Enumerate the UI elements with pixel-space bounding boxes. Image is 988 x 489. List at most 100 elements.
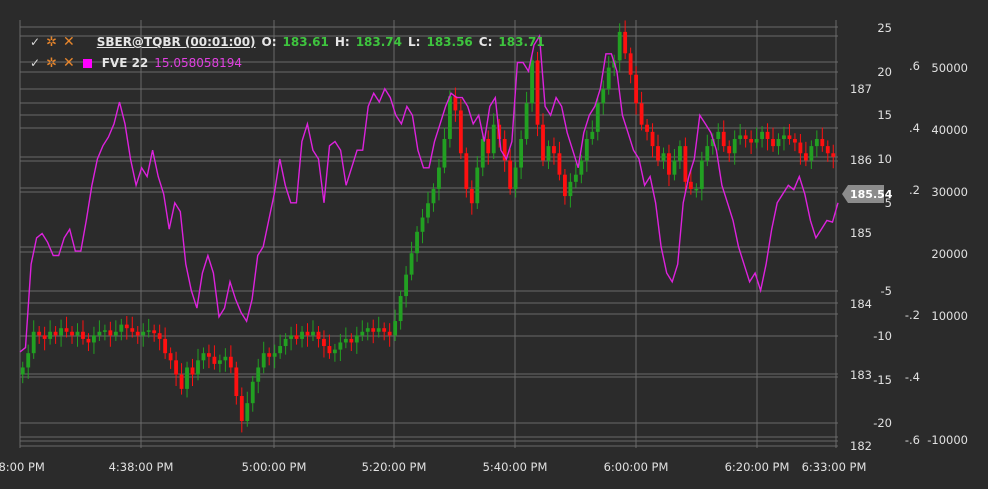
axis-tick-label: -20 <box>873 416 892 430</box>
axis-tick-label: .2 <box>909 183 920 197</box>
candle-body <box>338 342 343 350</box>
price-axis: 187 186 185 184 183 182 <box>850 82 872 453</box>
candle-body <box>86 338 91 343</box>
candle-body <box>656 146 660 161</box>
candle-body <box>464 153 469 189</box>
candle-body <box>179 374 184 389</box>
candle-body <box>201 353 206 361</box>
candle-body <box>332 349 337 354</box>
candle-body <box>678 146 682 161</box>
high-value: 183.74 <box>355 35 403 49</box>
candle-body <box>272 353 277 357</box>
candle-body <box>776 138 781 147</box>
candle-body <box>667 153 671 175</box>
candle-body <box>168 353 173 361</box>
candle-body <box>75 331 80 336</box>
open-label: O: <box>261 35 277 49</box>
candle-body <box>48 331 53 339</box>
open-value: 183.61 <box>282 35 329 49</box>
horizontal-gridlines <box>20 26 838 447</box>
axis-tick-label: -10000 <box>927 433 968 447</box>
candle-body <box>727 146 732 154</box>
current-price-label: 185.54 <box>850 188 893 201</box>
legend-candles: ✓ ✲ ✕ SBER@TQBR (00:01:00) O: 183.61 H: … <box>30 34 545 50</box>
candle-body <box>53 331 58 336</box>
candle-body <box>157 333 162 339</box>
candle-body <box>562 174 567 197</box>
candle-body <box>316 331 321 339</box>
candle-body <box>530 60 534 104</box>
candle-body <box>212 356 217 364</box>
candle-body <box>524 103 529 139</box>
symbol-label[interactable]: SBER@TQBR (00:01:00) <box>97 35 256 49</box>
candle-body <box>256 367 261 382</box>
candle-body <box>42 335 47 339</box>
candle-body <box>322 338 326 347</box>
candle-body <box>519 138 524 168</box>
time-tick-label: 6:33:00 PM <box>802 460 867 474</box>
candle-body <box>415 231 419 254</box>
axis-tick-label: 183 <box>850 368 872 382</box>
axis-tick-label: 187 <box>850 82 872 96</box>
candle-body <box>426 203 430 218</box>
visibility-check-icon[interactable]: ✓ <box>30 56 40 70</box>
candle-body <box>590 131 595 139</box>
candle-body <box>92 335 96 343</box>
candle-body <box>354 335 359 343</box>
candle-body <box>617 31 622 61</box>
candle-body <box>130 328 135 332</box>
time-tick-label: 4:38:00 PM <box>109 460 174 474</box>
candle-body <box>699 160 704 189</box>
candle-body <box>721 131 726 147</box>
gear-icon[interactable]: ✲ <box>46 56 57 71</box>
candle-body <box>70 331 74 336</box>
fve-axis: 252015105-5-10-15-20 <box>873 21 892 430</box>
candle-body <box>623 31 628 54</box>
candle-body <box>694 188 699 191</box>
candle-body <box>278 346 283 354</box>
axis-tick-label: -.6 <box>905 433 920 447</box>
candle-body <box>365 328 370 332</box>
candle-body <box>814 138 819 147</box>
high-label: H: <box>334 35 350 49</box>
candle-body <box>546 146 551 161</box>
time-tick-label: 6:20:00 PM <box>725 460 790 474</box>
candlestick-series <box>20 20 836 433</box>
candle-body <box>650 131 655 147</box>
gear-icon[interactable]: ✲ <box>46 35 57 50</box>
candle-body <box>267 353 272 357</box>
axis-tick-label: -.4 <box>905 370 920 384</box>
time-tick-label: 5:20:00 PM <box>362 460 427 474</box>
time-tick-label: 5:00:00 PM <box>242 460 307 474</box>
candle-body <box>820 138 825 147</box>
candle-body <box>185 367 189 389</box>
candle-body <box>754 138 759 143</box>
candle-body <box>716 131 721 139</box>
candle-body <box>393 321 398 336</box>
time-axis: 18:00 PM 4:38:00 PM 5:00:00 PM 5:20:00 PM 5:… <box>0 460 866 474</box>
candle-body <box>387 331 392 336</box>
candle-body <box>573 174 578 182</box>
candle-body <box>311 331 315 336</box>
candle-body <box>196 360 200 375</box>
visibility-check-icon[interactable]: ✓ <box>30 35 40 49</box>
axis-tick-label: -10 <box>873 329 892 343</box>
close-icon[interactable]: ✕ <box>63 55 75 71</box>
candle-body <box>749 138 754 143</box>
candle-body <box>825 146 830 154</box>
candle-body <box>579 160 584 175</box>
candle-body <box>343 338 348 343</box>
candle-body <box>20 367 25 375</box>
axis-tick-label: -5 <box>881 284 892 298</box>
candle-body <box>568 181 573 197</box>
candle-body <box>404 274 409 297</box>
close-icon[interactable]: ✕ <box>63 34 75 50</box>
axis-tick-label: .4 <box>909 121 920 135</box>
candle-body <box>124 324 129 329</box>
candle-body <box>798 142 803 154</box>
candle-body <box>809 146 814 161</box>
chart-canvas: 187186185184183182 252015105-5-10-15-20 … <box>0 20 968 474</box>
candle-body <box>639 103 644 125</box>
candle-body <box>442 138 447 168</box>
candle-body <box>535 60 540 125</box>
